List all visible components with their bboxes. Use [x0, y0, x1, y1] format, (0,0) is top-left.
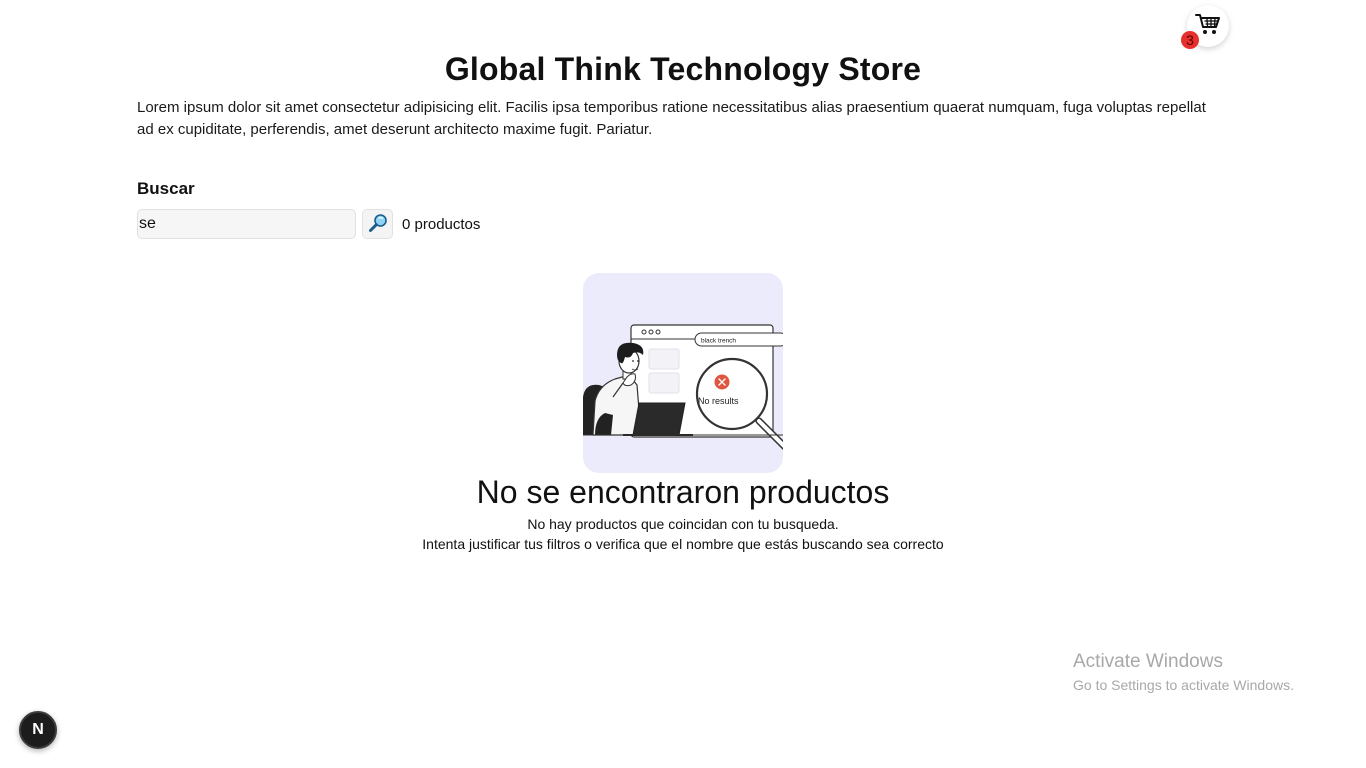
- shopping-cart-icon: [1195, 12, 1221, 41]
- magnifier-icon: [368, 213, 388, 236]
- store-description: Lorem ipsum dolor sit amet consectetur a…: [137, 99, 1206, 138]
- product-count: 0 productos: [402, 216, 481, 233]
- empty-state-message: No hay productos que coincidan con tu bu…: [527, 516, 839, 532]
- no-results-illustration: black trench No results: [583, 273, 783, 473]
- cart-count-badge: 3: [1181, 31, 1199, 49]
- page-title: Global Think Technology Store: [444, 51, 922, 87]
- illustration-search-text: black trench: [701, 338, 736, 345]
- activate-windows-title: Activate Windows: [1073, 651, 1223, 672]
- cart-button[interactable]: 3: [1181, 5, 1229, 49]
- search-button[interactable]: [362, 209, 393, 239]
- empty-state-title: No se encontraron productos: [476, 474, 890, 510]
- nextjs-logo-icon: N: [32, 721, 44, 738]
- search-input[interactable]: [137, 209, 356, 239]
- search-label: Buscar: [137, 179, 195, 198]
- illustration-no-results-text: No results: [698, 396, 739, 406]
- empty-state-hint: Intenta justificar tus filtros o verific…: [422, 536, 944, 552]
- activate-windows-subtitle: Go to Settings to activate Windows.: [1073, 677, 1294, 693]
- nextjs-dev-badge[interactable]: N: [19, 711, 57, 749]
